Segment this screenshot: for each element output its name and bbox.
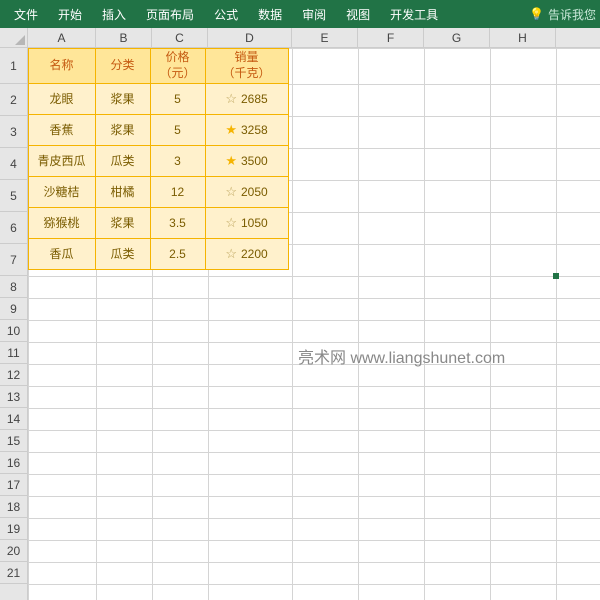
table-cell[interactable]: 3.5 xyxy=(150,207,206,239)
ribbon-tab-3[interactable]: 页面布局 xyxy=(136,0,204,28)
row-header-14[interactable]: 14 xyxy=(0,408,27,430)
table-cell[interactable]: ☆ 2685 xyxy=(205,83,289,115)
col-header-H[interactable]: H xyxy=(490,28,556,47)
ribbon-tab-8[interactable]: 开发工具 xyxy=(380,0,448,28)
tell-me-label: 告诉我您 xyxy=(548,6,596,23)
row-header-2[interactable]: 2 xyxy=(0,84,27,116)
table-cell[interactable]: 香瓜 xyxy=(28,238,96,270)
row-header-4[interactable]: 4 xyxy=(0,148,27,180)
spreadsheet: ABCDEFGH 1234567891011121314151617181920… xyxy=(0,28,600,600)
row-header-11[interactable]: 11 xyxy=(0,342,27,364)
col-header-G[interactable]: G xyxy=(424,28,490,47)
tell-me[interactable]: 💡 告诉我您 xyxy=(529,6,600,23)
row-header-15[interactable]: 15 xyxy=(0,430,27,452)
row-headers: 123456789101112131415161718192021 xyxy=(0,48,28,600)
row-header-8[interactable]: 8 xyxy=(0,276,27,298)
star-icon: ★ xyxy=(225,153,237,169)
table-cell[interactable]: ★ 3258 xyxy=(205,114,289,146)
star-icon: ☆ xyxy=(225,184,237,200)
table-cell[interactable]: 2.5 xyxy=(150,238,206,270)
row-header-13[interactable]: 13 xyxy=(0,386,27,408)
sales-value: 2685 xyxy=(241,92,268,106)
table-cell[interactable]: 浆果 xyxy=(95,114,151,146)
row-header-10[interactable]: 10 xyxy=(0,320,27,342)
table-cell[interactable]: ☆ 2050 xyxy=(205,176,289,208)
select-all-corner[interactable] xyxy=(0,28,28,48)
lightbulb-icon: 💡 xyxy=(529,7,544,21)
col-header-F[interactable]: F xyxy=(358,28,424,47)
data-table: 名称分类价格 （元）销量 （千克）龙眼浆果5☆2685香蕉浆果5★3258青皮西… xyxy=(28,48,288,269)
row-header-21[interactable]: 21 xyxy=(0,562,27,584)
table-cell[interactable]: 柑橘 xyxy=(95,176,151,208)
sales-value: 2200 xyxy=(241,247,268,261)
ribbon-tab-1[interactable]: 开始 xyxy=(48,0,92,28)
table-cell[interactable]: 浆果 xyxy=(95,207,151,239)
table-header-cell[interactable]: 名称 xyxy=(28,48,96,84)
star-icon: ☆ xyxy=(225,91,237,107)
row-header-17[interactable]: 17 xyxy=(0,474,27,496)
ribbon-tab-6[interactable]: 审阅 xyxy=(292,0,336,28)
row-header-6[interactable]: 6 xyxy=(0,212,27,244)
table-cell[interactable]: 沙糖桔 xyxy=(28,176,96,208)
col-header-A[interactable]: A xyxy=(28,28,96,47)
column-headers: ABCDEFGH xyxy=(28,28,600,48)
col-header-C[interactable]: C xyxy=(152,28,208,47)
star-icon: ☆ xyxy=(225,246,237,262)
table-cell[interactable]: 5 xyxy=(150,114,206,146)
table-cell[interactable]: 瓜类 xyxy=(95,145,151,177)
sales-value: 1050 xyxy=(241,216,268,230)
table-cell[interactable]: 龙眼 xyxy=(28,83,96,115)
table-cell[interactable]: 5 xyxy=(150,83,206,115)
table-cell[interactable]: 12 xyxy=(150,176,206,208)
row-header-12[interactable]: 12 xyxy=(0,364,27,386)
col-header-B[interactable]: B xyxy=(96,28,152,47)
ribbon-tab-2[interactable]: 插入 xyxy=(92,0,136,28)
table-cell[interactable]: 青皮西瓜 xyxy=(28,145,96,177)
row-header-16[interactable]: 16 xyxy=(0,452,27,474)
table-cell[interactable]: 香蕉 xyxy=(28,114,96,146)
row-header-9[interactable]: 9 xyxy=(0,298,27,320)
col-header-D[interactable]: D xyxy=(208,28,292,47)
star-icon: ★ xyxy=(225,122,237,138)
ribbon: 文件开始插入页面布局公式数据审阅视图开发工具 💡 告诉我您 xyxy=(0,0,600,28)
table-header-cell[interactable]: 价格 （元） xyxy=(150,48,206,84)
table-cell[interactable]: ☆ 1050 xyxy=(205,207,289,239)
table-cell[interactable]: 瓜类 xyxy=(95,238,151,270)
fill-handle[interactable] xyxy=(553,273,559,279)
row-header-3[interactable]: 3 xyxy=(0,116,27,148)
grid-area[interactable]: 名称分类价格 （元）销量 （千克）龙眼浆果5☆2685香蕉浆果5★3258青皮西… xyxy=(28,48,600,600)
table-cell[interactable]: 猕猴桃 xyxy=(28,207,96,239)
col-header-E[interactable]: E xyxy=(292,28,358,47)
sales-value: 2050 xyxy=(241,185,268,199)
ribbon-tab-0[interactable]: 文件 xyxy=(4,0,48,28)
table-header-cell[interactable]: 销量 （千克） xyxy=(205,48,289,84)
row-header-1[interactable]: 1 xyxy=(0,48,27,84)
table-cell[interactable]: ☆ 2200 xyxy=(205,238,289,270)
ribbon-tab-4[interactable]: 公式 xyxy=(204,0,248,28)
ribbon-tab-7[interactable]: 视图 xyxy=(336,0,380,28)
row-header-20[interactable]: 20 xyxy=(0,540,27,562)
table-cell[interactable]: 浆果 xyxy=(95,83,151,115)
row-header-5[interactable]: 5 xyxy=(0,180,27,212)
row-header-18[interactable]: 18 xyxy=(0,496,27,518)
ribbon-tab-5[interactable]: 数据 xyxy=(248,0,292,28)
row-header-19[interactable]: 19 xyxy=(0,518,27,540)
sales-value: 3500 xyxy=(241,154,268,168)
table-header-cell[interactable]: 分类 xyxy=(95,48,151,84)
sales-value: 3258 xyxy=(241,123,268,137)
table-cell[interactable]: 3 xyxy=(150,145,206,177)
row-header-7[interactable]: 7 xyxy=(0,244,27,276)
star-icon: ☆ xyxy=(225,215,237,231)
table-cell[interactable]: ★ 3500 xyxy=(205,145,289,177)
